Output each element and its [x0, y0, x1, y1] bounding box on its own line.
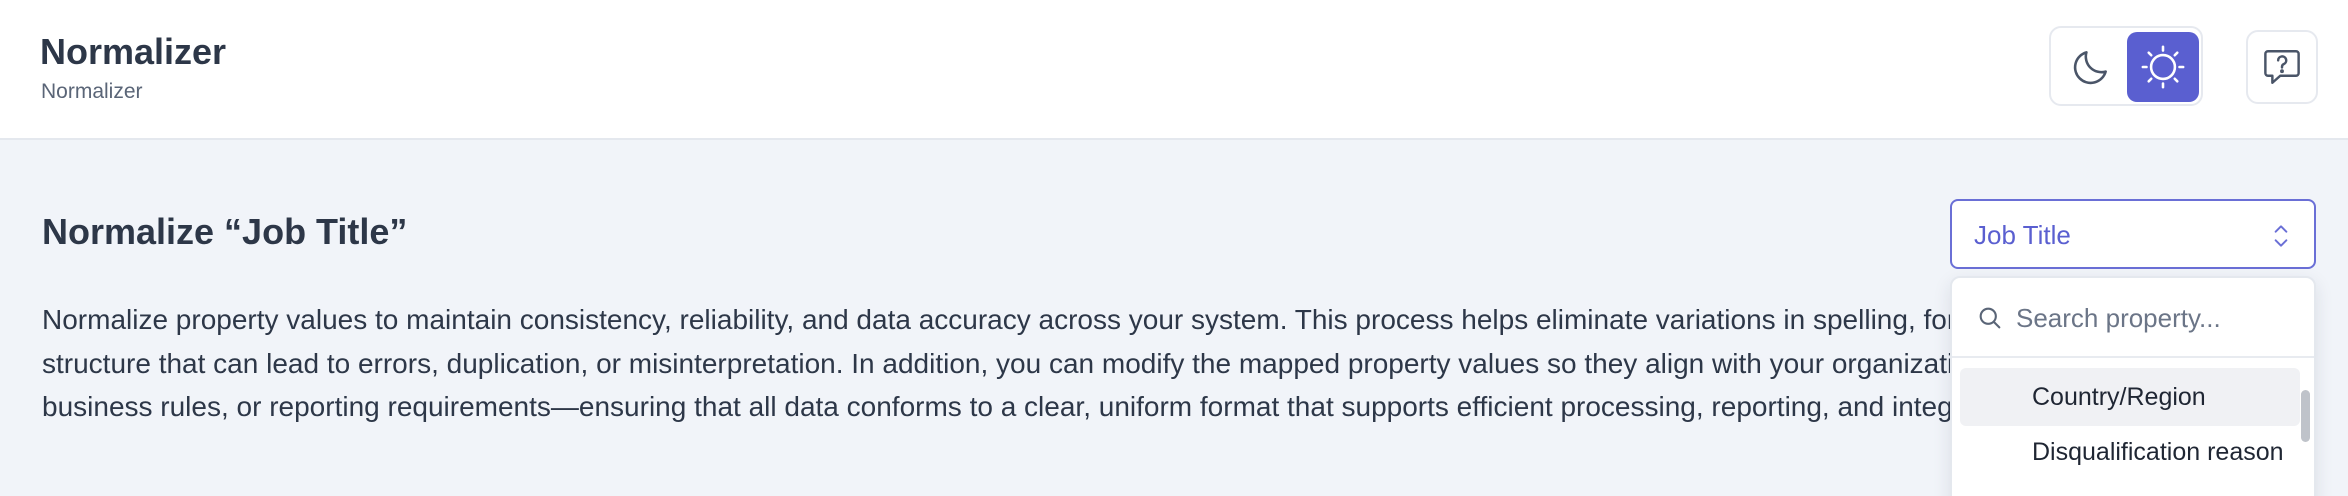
- chevron-up-down-icon: [2274, 225, 2288, 247]
- app-subtitle: Normalizer: [41, 80, 143, 103]
- sun-icon: [2141, 45, 2185, 89]
- help-button[interactable]: [2246, 30, 2318, 104]
- property-select-value: Job Title: [1974, 220, 2071, 250]
- option-disqualification-reason[interactable]: Disqualification reason: [1960, 436, 2300, 496]
- search-icon: [1979, 307, 2001, 329]
- help-chat-icon: [2264, 50, 2300, 84]
- page-description: Normalize property values to maintain co…: [42, 304, 2269, 422]
- app-header: Normalizer Normalizer: [0, 0, 2348, 140]
- moon-icon: [2073, 51, 2107, 85]
- property-search-input[interactable]: [2016, 298, 2296, 338]
- dropdown-scrollbar[interactable]: [2301, 390, 2310, 442]
- app-title: Normalizer: [40, 31, 227, 72]
- property-search: [1952, 278, 2314, 358]
- property-select[interactable]: Job Title: [1950, 199, 2316, 269]
- property-dropdown: Country/Region Disqualification reason: [1950, 276, 2316, 496]
- option-country-region[interactable]: Country/Region: [1960, 368, 2300, 426]
- dark-theme-button[interactable]: [2055, 32, 2127, 102]
- theme-toggle: [2049, 26, 2203, 106]
- page-title: Normalize “Job Title”: [42, 211, 408, 252]
- light-theme-button[interactable]: [2127, 32, 2199, 102]
